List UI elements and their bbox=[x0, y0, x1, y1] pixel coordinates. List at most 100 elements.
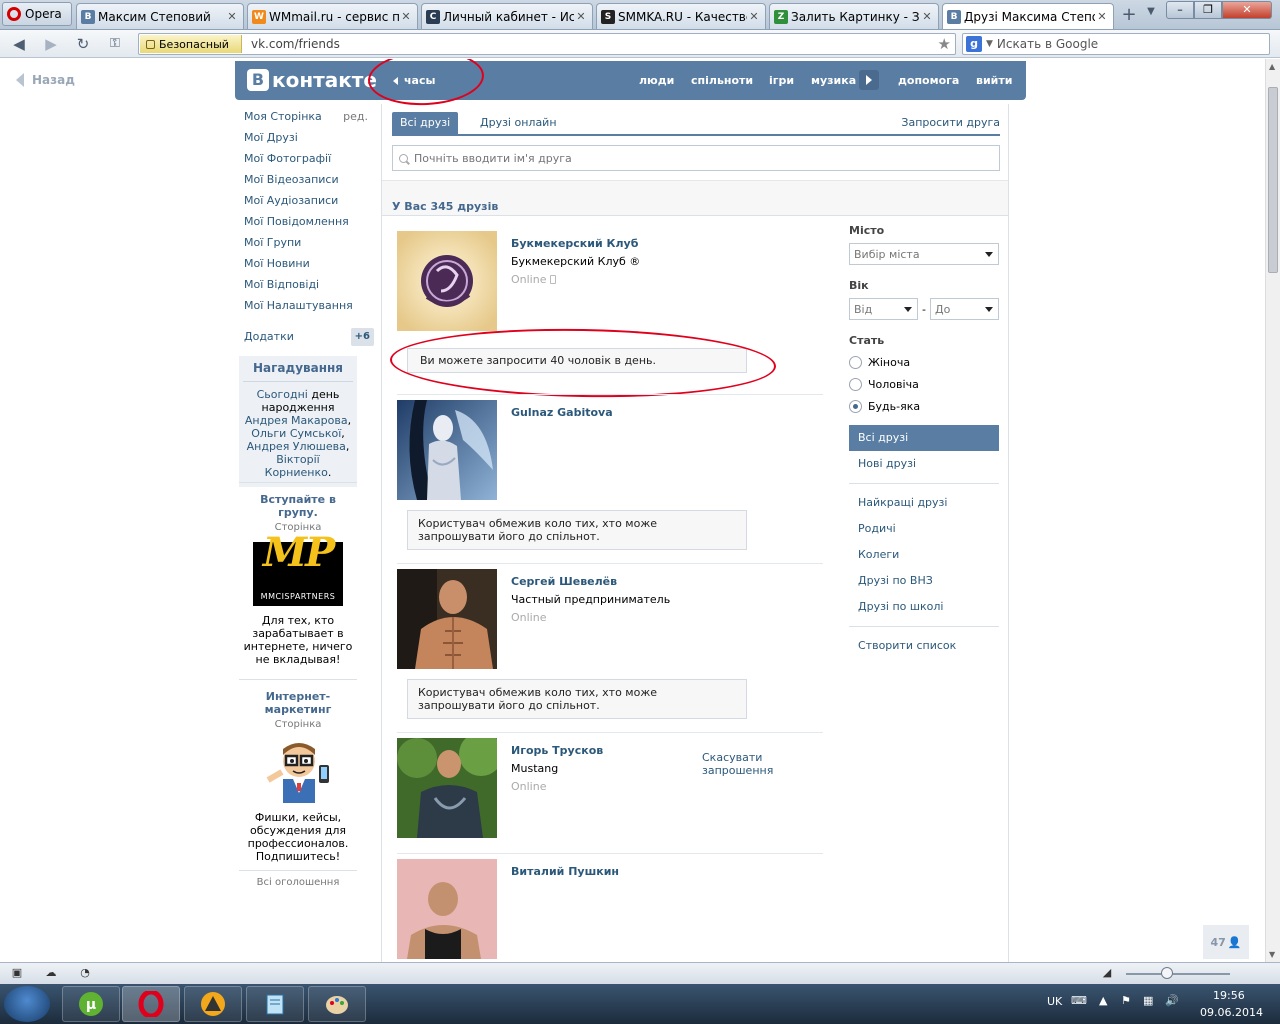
city-select[interactable]: Вибір міста bbox=[849, 243, 999, 265]
ad-title[interactable]: Интернет-маркетинг bbox=[239, 690, 357, 716]
all-ads-link[interactable]: Всі оголошення bbox=[239, 870, 357, 888]
keyboard-icon[interactable]: ⌨ bbox=[1071, 994, 1087, 1007]
browser-tab[interactable]: SSMMKA.RU - Качестве...✕ bbox=[596, 3, 766, 29]
nav-logout[interactable]: вийти bbox=[976, 74, 1012, 87]
menu-item-apps[interactable]: Додатки +6 bbox=[244, 326, 374, 347]
browser-tab[interactable]: W WMmail.ru - сервис п... ✕ bbox=[247, 3, 418, 29]
friend-avatar[interactable] bbox=[397, 231, 497, 331]
aimp-taskbar-icon[interactable] bbox=[184, 986, 242, 1022]
menu-item-friends[interactable]: Мої Друзі bbox=[244, 131, 374, 152]
menu-item-groups[interactable]: Мої Групи bbox=[244, 236, 374, 257]
nav-people[interactable]: люди bbox=[639, 74, 674, 87]
cloud-icon[interactable]: ☁ bbox=[44, 967, 58, 979]
nav-games[interactable]: ігри bbox=[769, 74, 794, 87]
tray-expand-icon[interactable]: ▲ bbox=[1099, 994, 1107, 1007]
sex-option-any[interactable]: Будь-яка bbox=[849, 395, 999, 417]
list-all-friends[interactable]: Всі друзі bbox=[849, 425, 999, 451]
maximize-button[interactable]: ❐ bbox=[1194, 1, 1222, 19]
clock-time[interactable]: 19:56 bbox=[1213, 989, 1245, 1002]
language-indicator[interactable]: UK bbox=[1047, 995, 1062, 1008]
utorrent-taskbar-icon[interactable]: µ bbox=[62, 986, 120, 1022]
ad-title[interactable]: Вступайте в групу. bbox=[239, 493, 357, 519]
friend-name[interactable]: Виталий Пушкин bbox=[511, 865, 619, 878]
apps-badge[interactable]: +6 bbox=[350, 327, 374, 346]
tab-close-icon[interactable]: ✕ bbox=[574, 10, 588, 23]
back-arrow-icon[interactable]: ◀ bbox=[8, 34, 30, 54]
online-count-badge[interactable]: 47 👤 bbox=[1203, 925, 1249, 959]
friend-avatar[interactable] bbox=[397, 859, 497, 959]
list-relatives[interactable]: Родичі bbox=[849, 516, 999, 542]
nav-communities[interactable]: спільноти bbox=[691, 74, 753, 87]
key-icon[interactable]: ⚿ bbox=[104, 34, 126, 54]
birthday-link[interactable]: Ольги Сумської bbox=[251, 427, 341, 440]
tab-close-icon[interactable]: ✕ bbox=[1095, 10, 1109, 23]
vk-logo[interactable]: B контакте bbox=[247, 68, 377, 92]
list-colleagues[interactable]: Колеги bbox=[849, 542, 999, 568]
friend-avatar[interactable] bbox=[397, 400, 497, 500]
menu-item-messages[interactable]: Мої Повідомлення bbox=[244, 215, 374, 236]
action-center-flag-icon[interactable]: ⚑ bbox=[1121, 994, 1131, 1007]
volume-icon[interactable]: 🔊 bbox=[1165, 994, 1179, 1007]
menu-item-answers[interactable]: Мої Відповіді bbox=[244, 278, 374, 299]
nav-music[interactable]: музика bbox=[811, 74, 856, 87]
forward-arrow-icon[interactable]: ▶ bbox=[40, 34, 62, 54]
menu-item-settings[interactable]: Мої Налаштування bbox=[244, 299, 374, 320]
page-scrollbar[interactable]: ▲ ▼ bbox=[1265, 59, 1280, 962]
sex-option-male[interactable]: Чоловіча bbox=[849, 373, 999, 395]
opera-menu-button[interactable]: Opera bbox=[2, 2, 72, 26]
list-school-friends[interactable]: Друзі по школі bbox=[849, 594, 999, 620]
address-field[interactable]: Безопасный vk.com/friends ★ bbox=[138, 33, 956, 55]
new-tab-button[interactable]: + bbox=[1118, 6, 1140, 26]
zoom-slider-handle[interactable] bbox=[1161, 967, 1173, 979]
nav-help[interactable]: допомога bbox=[898, 74, 959, 87]
close-window-button[interactable]: ✕ bbox=[1222, 1, 1272, 19]
menu-item-photos[interactable]: Мої Фотографії bbox=[244, 152, 374, 173]
tab-close-icon[interactable]: ✕ bbox=[225, 10, 239, 23]
zoom-slider[interactable] bbox=[1126, 973, 1230, 975]
bookmark-star-icon[interactable]: ★ bbox=[938, 35, 951, 53]
reminder-today-link[interactable]: Сьогодні bbox=[257, 388, 308, 401]
age-to-select[interactable]: До bbox=[929, 298, 999, 320]
tab-close-icon[interactable]: ✕ bbox=[920, 10, 934, 23]
back-link[interactable]: Назад bbox=[16, 73, 75, 87]
ad-image[interactable] bbox=[253, 739, 343, 803]
cancel-invite-link[interactable]: Скасувати запрошення bbox=[702, 751, 812, 777]
zoom-menu-icon[interactable]: ◢ bbox=[1100, 967, 1114, 979]
tab-close-icon[interactable]: ✕ bbox=[399, 10, 413, 23]
birthday-link[interactable]: Андрея Улюшева bbox=[247, 440, 346, 453]
panel-toggle-icon[interactable]: ▣ bbox=[10, 967, 24, 979]
scroll-down-icon[interactable]: ▼ bbox=[1269, 950, 1275, 959]
friend-name[interactable]: Gulnaz Gabitova bbox=[511, 406, 613, 419]
friend-search-box[interactable] bbox=[392, 145, 1000, 171]
age-from-select[interactable]: Від bbox=[849, 298, 918, 320]
list-new-friends[interactable]: Нові друзі bbox=[849, 451, 999, 477]
ad-image[interactable]: MP MMCISPARTNERS bbox=[253, 533, 343, 606]
birthday-link[interactable]: Андрея Макарова bbox=[245, 414, 348, 427]
invite-friend-link[interactable]: Запросити друга bbox=[893, 112, 1000, 134]
menu-item-news[interactable]: Мої Новини bbox=[244, 257, 374, 278]
friend-avatar[interactable] bbox=[397, 738, 497, 838]
ad-block[interactable]: Вступайте в групу. Сторінка MP MMCISPART… bbox=[239, 482, 357, 666]
menu-item-audio[interactable]: Мої Аудіозаписи bbox=[244, 194, 374, 215]
menu-item-my-page[interactable]: Моя Сторінка ред. bbox=[244, 110, 374, 131]
notepad-taskbar-icon[interactable] bbox=[246, 986, 304, 1022]
speed-dial-icon[interactable]: ◔ bbox=[78, 967, 92, 979]
browser-tab[interactable]: C Личный кабинет - Ис... ✕ bbox=[421, 3, 593, 29]
sex-option-female[interactable]: Жіноча bbox=[849, 351, 999, 373]
tab-close-icon[interactable]: ✕ bbox=[747, 10, 761, 23]
paint-taskbar-icon[interactable] bbox=[308, 986, 366, 1022]
ad-block[interactable]: Интернет-маркетинг Сторінка Фишки, кейсы… bbox=[239, 679, 357, 863]
search-field[interactable]: g ▼ Искать в Google bbox=[962, 33, 1270, 55]
browser-tab[interactable]: ZЗалить Картинку - Заг...✕ bbox=[769, 3, 939, 29]
tab-list-chevron-icon[interactable]: ▼ bbox=[1144, 6, 1158, 17]
list-best-friends[interactable]: Найкращі друзі bbox=[849, 490, 999, 516]
start-button[interactable] bbox=[4, 986, 50, 1022]
edit-link[interactable]: ред. bbox=[343, 110, 368, 124]
browser-tab[interactable]: BДрузі Максима Степо...✕ bbox=[942, 3, 1114, 29]
scroll-up-icon[interactable]: ▲ bbox=[1269, 62, 1275, 71]
list-university-friends[interactable]: Друзі по ВНЗ bbox=[849, 568, 999, 594]
scroll-thumb[interactable] bbox=[1268, 87, 1278, 273]
tab-friends-online[interactable]: Друзі онлайн bbox=[472, 112, 565, 134]
friend-avatar[interactable] bbox=[397, 569, 497, 669]
chevron-down-icon[interactable]: ▼ bbox=[986, 39, 993, 49]
